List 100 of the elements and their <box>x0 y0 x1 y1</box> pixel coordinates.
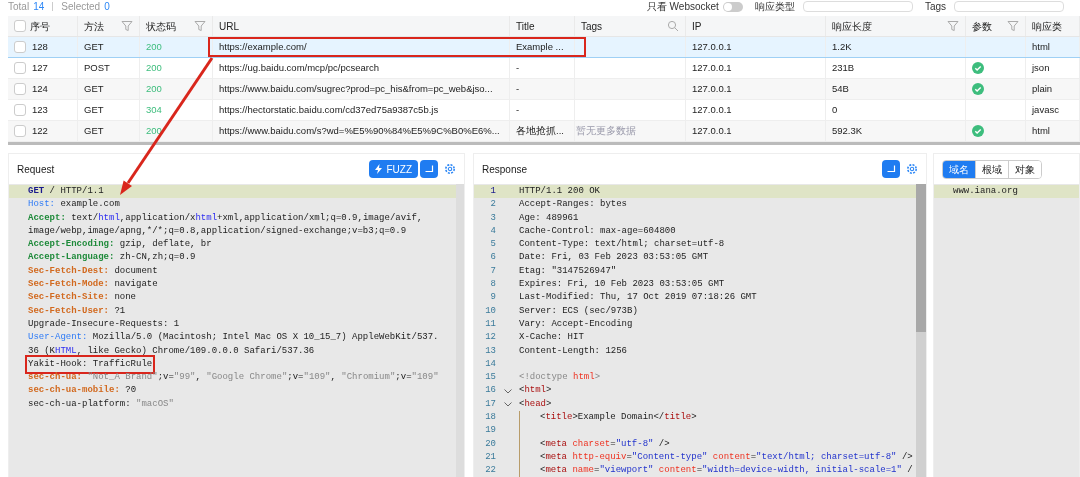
column-label: 响应类 <box>1032 19 1062 34</box>
checkbox[interactable] <box>14 41 26 53</box>
wrap-button[interactable] <box>420 160 438 178</box>
table-cell-text: 304 <box>146 102 162 117</box>
filter-icon[interactable] <box>1007 20 1019 32</box>
line-number: 18 <box>484 411 496 425</box>
line-number: 13 <box>484 344 496 358</box>
type-filter-field[interactable] <box>802 1 913 12</box>
code-line: Vary: Accept-Encoding <box>519 317 633 331</box>
code-line: Sec-Fetch-Site: none <box>28 291 137 305</box>
column-label: 响应长度 <box>832 19 872 34</box>
table-cell-text: GET <box>84 39 104 54</box>
checkbox[interactable] <box>14 125 26 137</box>
code-line: Accept-Language: zh-CN,zh;q=0.9 <box>28 251 196 265</box>
line-number: 6 <box>489 251 496 265</box>
code-line: <!doctype html> <box>519 371 601 385</box>
panel-title: Request <box>17 162 55 177</box>
selected-count: 0 <box>104 1 110 12</box>
table-row[interactable]: 123 GET 304 https://hectorstatic.baidu.com/cd37ed75a9387c5b.js - 127.0.0.1 0 javasc <box>8 100 1080 121</box>
code-line: Last-Modified: Thu, 17 Oct 2019 07:18:26 GMT <box>519 291 757 305</box>
code-line: <meta name="viewport" content="width=device-width, initial-scale=1" / <box>540 464 913 477</box>
checkbox[interactable] <box>14 62 26 74</box>
code-line: 36 (KHTML, like Gecko) Chrome/109.0.0.0 Safari/537.36 <box>28 344 315 358</box>
chevron-down-icon[interactable] <box>503 388 512 394</box>
line-number: 12 <box>484 331 496 345</box>
line-number: 14 <box>484 357 496 371</box>
filter-icon[interactable] <box>194 20 206 32</box>
code-line: Content-Type: text/html; charset=utf-8 <box>519 238 725 252</box>
code-line: Accept-Encoding: gzip, deflate, br <box>28 238 212 252</box>
line-number: 16 <box>484 384 496 398</box>
table-cell-text: 1.2K <box>832 39 852 54</box>
code-line: sec-ch-ua-mobile: ?0 <box>28 384 137 398</box>
table-cell-text: 128 <box>32 39 48 54</box>
table-cell-text: plain <box>1032 81 1053 96</box>
table-cell-text: 127.0.0.1 <box>692 81 732 96</box>
search-icon[interactable] <box>667 20 679 32</box>
line-number: 5 <box>489 238 496 252</box>
table-cell-text: 123 <box>32 102 48 117</box>
fuzz-button[interactable]: FUZZ <box>369 160 418 178</box>
tags-filter-field[interactable] <box>954 1 1064 12</box>
tags-filter-label: Tags <box>924 1 946 12</box>
table-cell-text: POST <box>84 60 110 75</box>
line-number: 15 <box>484 371 496 385</box>
line-number: 3 <box>489 211 496 225</box>
return-icon <box>886 165 896 173</box>
table-row[interactable]: 127 POST 200 https://ug.baidu.com/mcp/pc/pcsearch - 127.0.0.1 231B json <box>8 58 1080 79</box>
table-cell-text: https://www.baidu.com/s?wd=%E5%90%84%E5%9C%B0%E6%... <box>219 123 500 138</box>
side-tab[interactable]: 域名 <box>943 160 976 178</box>
table-cell-text: https://example.com/ <box>219 39 307 54</box>
line-number: 10 <box>484 304 496 318</box>
settings-icon[interactable] <box>444 163 456 175</box>
table-cell-text: https://hectorstatic.baidu.com/cd37ed75a9387c5b.js <box>219 102 439 117</box>
code-line: User-Agent: Mozilla/5.0 (Macintosh; Intel Mac OS X 10_15_7) AppleWebKit/537. <box>28 331 439 345</box>
wrap-button[interactable] <box>882 160 900 178</box>
lightning-icon <box>375 164 383 174</box>
table-row[interactable]: 128 GET 200 https://example.com/ Example ... 127.0.0.1 1.2K html <box>8 37 1080 58</box>
code-line: Date: Fri, 03 Feb 2023 03:53:05 GMT <box>519 251 709 265</box>
table-cell-text: Example ... <box>516 39 564 54</box>
column-label: Tags <box>581 19 603 34</box>
filter-icon[interactable] <box>947 20 959 32</box>
code-line: sec-ch-ua: "Not_A Brand";v="99", "Google Chrome";v="109", "Chromium";v="109" <box>28 371 439 385</box>
filter-icon[interactable] <box>121 20 133 32</box>
column-label: Title <box>516 19 535 34</box>
checkbox[interactable] <box>14 83 26 95</box>
settings-icon[interactable] <box>906 163 918 175</box>
checkbox[interactable] <box>14 104 26 116</box>
scrollbar-thumb[interactable] <box>916 184 926 332</box>
column-label: 参数 <box>972 19 992 34</box>
code-line: Content-Length: 1256 <box>519 344 628 358</box>
code-line: Etag: "3147526947" <box>519 264 617 278</box>
code-line: Host: example.com <box>28 198 120 212</box>
table-cell-text: - <box>516 102 520 117</box>
table-cell-text: 54B <box>832 81 849 96</box>
chevron-down-icon[interactable] <box>503 401 512 407</box>
table-cell-text: 124 <box>32 81 48 96</box>
table-cell-text: 各地抢抓... <box>516 123 564 138</box>
table-cell-text: 592.3K <box>832 123 863 138</box>
checkbox[interactable] <box>14 20 26 32</box>
code-line: Upgrade-Insecure-Requests: 1 <box>28 317 180 331</box>
table-cell-text: 200 <box>146 39 162 54</box>
code-line: Sec-Fetch-Mode: navigate <box>28 278 158 292</box>
line-number: 19 <box>484 424 496 438</box>
code-line: GET / HTTP/1.1 <box>28 185 104 198</box>
table-row[interactable]: 124 GET 200 https://www.baidu.com/sugrec?prod=pc_his&from=pc_web&jso... - 127.0.0.1 54B plain <box>8 79 1080 100</box>
code-line: <html> <box>519 384 552 398</box>
websocket-toggle[interactable] <box>722 1 743 12</box>
table-cell-text: html <box>1032 123 1050 138</box>
line-number: 1 <box>489 185 496 198</box>
table-cell-text: - <box>516 60 520 75</box>
code-line: <meta charset="utf-8" /> <box>540 437 670 451</box>
return-icon <box>424 165 434 173</box>
table-cell-text: 127.0.0.1 <box>692 102 732 117</box>
total-count: 14 <box>33 1 45 12</box>
line-number: 11 <box>484 317 496 331</box>
code-line: Sec-Fetch-Dest: document <box>28 264 158 278</box>
code-line: X-Cache: HIT <box>519 331 584 345</box>
column-label: 序号 <box>30 19 50 34</box>
selected-label: Selected <box>61 1 101 12</box>
no-more-data-hint: 暂无更多数据 <box>576 124 636 138</box>
line-number: 20 <box>484 437 496 451</box>
